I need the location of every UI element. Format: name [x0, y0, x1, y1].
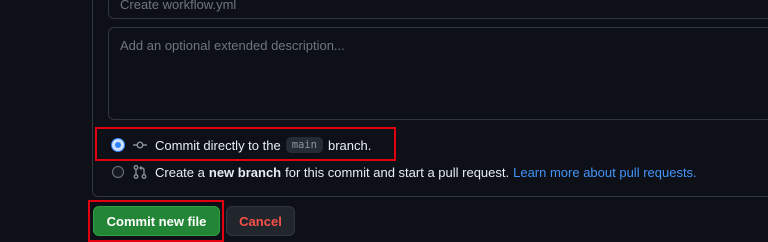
- commit-direct-radio[interactable]: [112, 139, 124, 151]
- commit-description-input[interactable]: [108, 27, 768, 120]
- commit-title-input[interactable]: [108, 0, 768, 19]
- commit-direct-label-suffix: branch.: [328, 137, 372, 153]
- commit-direct-label: Commit directly to the: [155, 137, 281, 153]
- new-branch-radio[interactable]: [112, 166, 124, 178]
- commit-direct-option[interactable]: Commit directly to the main branch.: [112, 136, 371, 154]
- commit-new-file-button[interactable]: Commit new file: [93, 206, 220, 236]
- new-branch-label-bold: new branch: [208, 164, 282, 180]
- cancel-button[interactable]: Cancel: [226, 206, 295, 236]
- new-branch-label: Create a: [155, 164, 205, 180]
- branch-name-badge: main: [285, 137, 323, 153]
- git-pull-request-icon: [132, 164, 148, 180]
- new-branch-option[interactable]: Create a new branch for this commit and …: [112, 163, 697, 181]
- pull-requests-help-link[interactable]: Learn more about pull requests.: [513, 165, 697, 180]
- git-commit-icon: [132, 137, 148, 153]
- new-branch-label-suffix: for this commit and start a pull request…: [285, 164, 510, 180]
